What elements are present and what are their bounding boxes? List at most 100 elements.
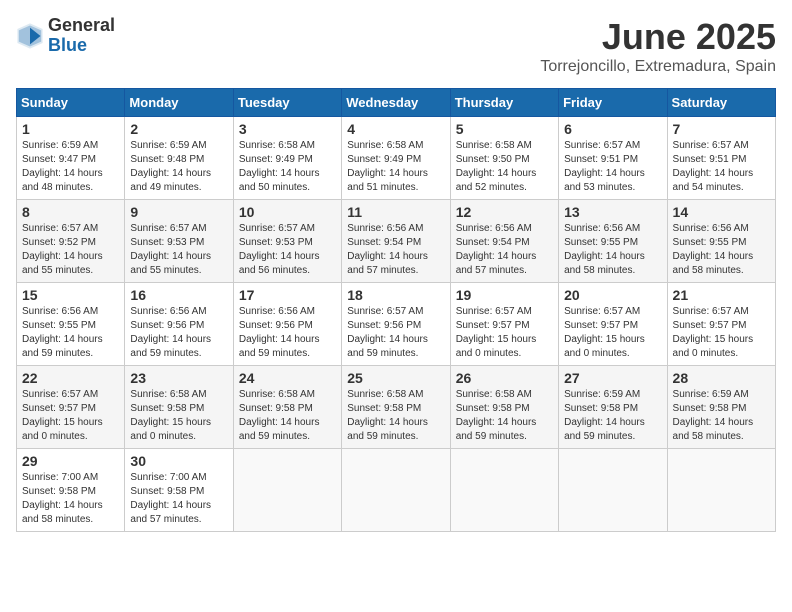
cell-2-3: 18 Sunrise: 6:57 AMSunset: 9:56 PMDaylig… (342, 283, 450, 366)
cell-0-0: 1 Sunrise: 6:59 AMSunset: 9:47 PMDayligh… (17, 117, 125, 200)
day-info: Sunrise: 6:58 AMSunset: 9:49 PMDaylight:… (239, 140, 320, 193)
day-info: Sunrise: 6:57 AMSunset: 9:51 PMDaylight:… (564, 140, 645, 193)
cell-3-6: 28 Sunrise: 6:59 AMSunset: 9:58 PMDaylig… (667, 366, 775, 449)
day-info: Sunrise: 6:56 AMSunset: 9:56 PMDaylight:… (130, 306, 211, 359)
cell-1-5: 13 Sunrise: 6:56 AMSunset: 9:55 PMDaylig… (559, 200, 667, 283)
day-number: 9 (130, 204, 227, 220)
cell-3-0: 22 Sunrise: 6:57 AMSunset: 9:57 PMDaylig… (17, 366, 125, 449)
header-sunday: Sunday (17, 89, 125, 117)
cell-1-3: 11 Sunrise: 6:56 AMSunset: 9:54 PMDaylig… (342, 200, 450, 283)
day-number: 1 (22, 121, 119, 137)
day-info: Sunrise: 6:57 AMSunset: 9:57 PMDaylight:… (564, 306, 645, 359)
day-number: 26 (456, 370, 553, 386)
week-row-1: 8 Sunrise: 6:57 AMSunset: 9:52 PMDayligh… (17, 200, 776, 283)
cell-4-5 (559, 449, 667, 532)
cell-2-1: 16 Sunrise: 6:56 AMSunset: 9:56 PMDaylig… (125, 283, 233, 366)
cell-3-3: 25 Sunrise: 6:58 AMSunset: 9:58 PMDaylig… (342, 366, 450, 449)
cell-4-4 (450, 449, 558, 532)
logo: General Blue (16, 16, 115, 56)
day-info: Sunrise: 6:57 AMSunset: 9:57 PMDaylight:… (673, 306, 754, 359)
cell-3-2: 24 Sunrise: 6:58 AMSunset: 9:58 PMDaylig… (233, 366, 341, 449)
cell-0-3: 4 Sunrise: 6:58 AMSunset: 9:49 PMDayligh… (342, 117, 450, 200)
logo-text-area: General Blue (48, 16, 115, 56)
day-number: 7 (673, 121, 770, 137)
day-info: Sunrise: 6:58 AMSunset: 9:49 PMDaylight:… (347, 140, 428, 193)
month-title: June 2025 (540, 16, 776, 58)
logo-icon (16, 22, 44, 50)
header-saturday: Saturday (667, 89, 775, 117)
cell-0-4: 5 Sunrise: 6:58 AMSunset: 9:50 PMDayligh… (450, 117, 558, 200)
day-number: 10 (239, 204, 336, 220)
day-number: 16 (130, 287, 227, 303)
day-number: 8 (22, 204, 119, 220)
day-number: 19 (456, 287, 553, 303)
header-monday: Monday (125, 89, 233, 117)
header-row: Sunday Monday Tuesday Wednesday Thursday… (17, 89, 776, 117)
day-info: Sunrise: 6:56 AMSunset: 9:55 PMDaylight:… (564, 223, 645, 276)
cell-0-5: 6 Sunrise: 6:57 AMSunset: 9:51 PMDayligh… (559, 117, 667, 200)
day-number: 5 (456, 121, 553, 137)
day-info: Sunrise: 6:56 AMSunset: 9:55 PMDaylight:… (673, 223, 754, 276)
location-title: Torrejoncillo, Extremadura, Spain (540, 58, 776, 76)
day-info: Sunrise: 6:57 AMSunset: 9:57 PMDaylight:… (22, 389, 103, 442)
cell-0-1: 2 Sunrise: 6:59 AMSunset: 9:48 PMDayligh… (125, 117, 233, 200)
day-info: Sunrise: 6:58 AMSunset: 9:58 PMDaylight:… (239, 389, 320, 442)
day-info: Sunrise: 6:57 AMSunset: 9:53 PMDaylight:… (130, 223, 211, 276)
day-number: 18 (347, 287, 444, 303)
cell-2-4: 19 Sunrise: 6:57 AMSunset: 9:57 PMDaylig… (450, 283, 558, 366)
day-info: Sunrise: 6:58 AMSunset: 9:50 PMDaylight:… (456, 140, 537, 193)
day-info: Sunrise: 6:57 AMSunset: 9:51 PMDaylight:… (673, 140, 754, 193)
cell-4-2 (233, 449, 341, 532)
header-thursday: Thursday (450, 89, 558, 117)
day-info: Sunrise: 6:59 AMSunset: 9:58 PMDaylight:… (564, 389, 645, 442)
day-number: 12 (456, 204, 553, 220)
day-number: 29 (22, 453, 119, 469)
cell-0-6: 7 Sunrise: 6:57 AMSunset: 9:51 PMDayligh… (667, 117, 775, 200)
day-info: Sunrise: 6:58 AMSunset: 9:58 PMDaylight:… (130, 389, 211, 442)
day-info: Sunrise: 6:56 AMSunset: 9:54 PMDaylight:… (456, 223, 537, 276)
day-number: 6 (564, 121, 661, 137)
cell-1-2: 10 Sunrise: 6:57 AMSunset: 9:53 PMDaylig… (233, 200, 341, 283)
day-info: Sunrise: 7:00 AMSunset: 9:58 PMDaylight:… (130, 472, 211, 525)
day-number: 24 (239, 370, 336, 386)
header-tuesday: Tuesday (233, 89, 341, 117)
cell-3-5: 27 Sunrise: 6:59 AMSunset: 9:58 PMDaylig… (559, 366, 667, 449)
header: General Blue June 2025 Torrejoncillo, Ex… (16, 16, 776, 76)
logo-blue: Blue (48, 36, 115, 56)
cell-2-2: 17 Sunrise: 6:56 AMSunset: 9:56 PMDaylig… (233, 283, 341, 366)
cell-1-4: 12 Sunrise: 6:56 AMSunset: 9:54 PMDaylig… (450, 200, 558, 283)
day-number: 11 (347, 204, 444, 220)
cell-3-4: 26 Sunrise: 6:58 AMSunset: 9:58 PMDaylig… (450, 366, 558, 449)
day-info: Sunrise: 6:57 AMSunset: 9:57 PMDaylight:… (456, 306, 537, 359)
day-info: Sunrise: 6:57 AMSunset: 9:56 PMDaylight:… (347, 306, 428, 359)
cell-0-2: 3 Sunrise: 6:58 AMSunset: 9:49 PMDayligh… (233, 117, 341, 200)
day-number: 25 (347, 370, 444, 386)
day-info: Sunrise: 6:59 AMSunset: 9:47 PMDaylight:… (22, 140, 103, 193)
cell-1-1: 9 Sunrise: 6:57 AMSunset: 9:53 PMDayligh… (125, 200, 233, 283)
day-number: 15 (22, 287, 119, 303)
header-wednesday: Wednesday (342, 89, 450, 117)
day-number: 17 (239, 287, 336, 303)
day-number: 20 (564, 287, 661, 303)
day-info: Sunrise: 6:59 AMSunset: 9:48 PMDaylight:… (130, 140, 211, 193)
day-info: Sunrise: 6:56 AMSunset: 9:56 PMDaylight:… (239, 306, 320, 359)
cell-2-0: 15 Sunrise: 6:56 AMSunset: 9:55 PMDaylig… (17, 283, 125, 366)
day-info: Sunrise: 6:58 AMSunset: 9:58 PMDaylight:… (456, 389, 537, 442)
day-number: 21 (673, 287, 770, 303)
cell-2-5: 20 Sunrise: 6:57 AMSunset: 9:57 PMDaylig… (559, 283, 667, 366)
day-info: Sunrise: 6:59 AMSunset: 9:58 PMDaylight:… (673, 389, 754, 442)
day-number: 23 (130, 370, 227, 386)
week-row-2: 15 Sunrise: 6:56 AMSunset: 9:55 PMDaylig… (17, 283, 776, 366)
cell-4-0: 29 Sunrise: 7:00 AMSunset: 9:58 PMDaylig… (17, 449, 125, 532)
day-number: 30 (130, 453, 227, 469)
day-number: 22 (22, 370, 119, 386)
cell-2-6: 21 Sunrise: 6:57 AMSunset: 9:57 PMDaylig… (667, 283, 775, 366)
week-row-3: 22 Sunrise: 6:57 AMSunset: 9:57 PMDaylig… (17, 366, 776, 449)
cell-3-1: 23 Sunrise: 6:58 AMSunset: 9:58 PMDaylig… (125, 366, 233, 449)
day-info: Sunrise: 6:56 AMSunset: 9:54 PMDaylight:… (347, 223, 428, 276)
logo-general: General (48, 16, 115, 36)
day-info: Sunrise: 6:57 AMSunset: 9:52 PMDaylight:… (22, 223, 103, 276)
cell-1-6: 14 Sunrise: 6:56 AMSunset: 9:55 PMDaylig… (667, 200, 775, 283)
title-area: June 2025 Torrejoncillo, Extremadura, Sp… (540, 16, 776, 76)
day-number: 27 (564, 370, 661, 386)
